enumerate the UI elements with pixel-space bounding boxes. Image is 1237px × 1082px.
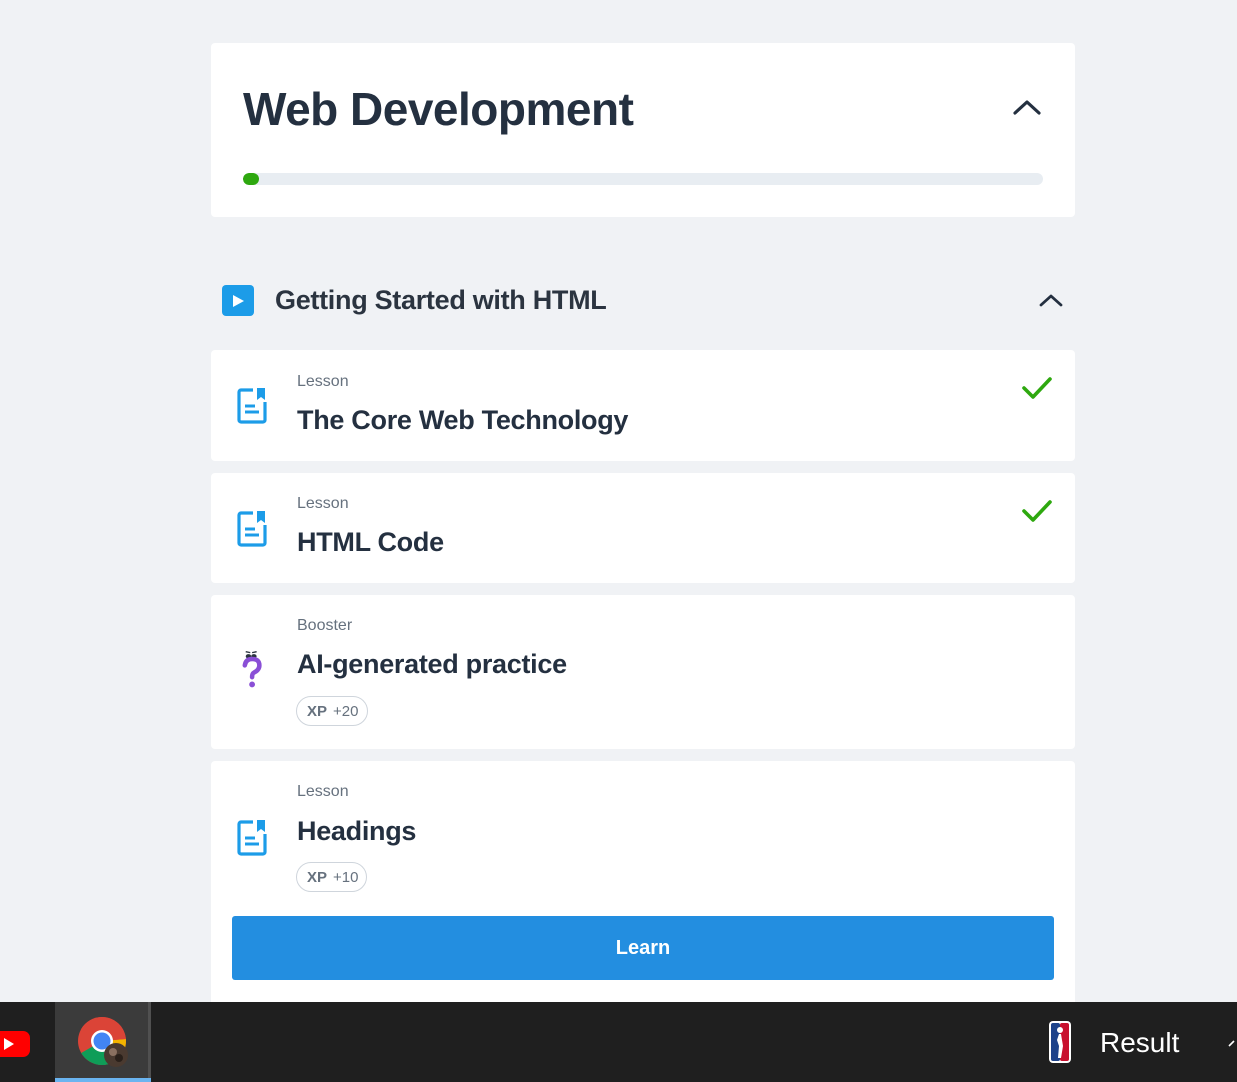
section-collapse-button[interactable] <box>1035 286 1067 314</box>
lesson-card-core-web-technology[interactable]: Lesson The Core Web Technology <box>211 350 1075 461</box>
course-title: Web Development <box>243 83 634 135</box>
taskbar-divider <box>148 1002 151 1078</box>
booster-card-ai-practice[interactable]: Booster AI-generated practice XP +20 <box>211 595 1075 749</box>
section-title: Getting Started with HTML <box>275 285 607 315</box>
lesson-type: Lesson <box>297 495 349 512</box>
xp-badge: XP +10 <box>296 862 367 892</box>
course-collapse-button[interactable] <box>1009 93 1045 121</box>
lesson-title: AI-generated practice <box>297 649 567 679</box>
nba-icon[interactable] <box>1048 1020 1072 1064</box>
xp-value: +20 <box>333 702 359 720</box>
xp-label: XP <box>307 868 328 886</box>
lesson-type: Booster <box>297 617 353 634</box>
lesson-title: The Core Web Technology <box>297 405 629 435</box>
lesson-type: Lesson <box>297 373 349 390</box>
chrome-taskbar-button[interactable] <box>55 1002 151 1082</box>
play-icon <box>222 285 254 316</box>
lesson-card-headings[interactable]: Lesson Headings XP +10 Learn <box>211 761 1075 1002</box>
learn-button[interactable]: Learn <box>232 916 1054 980</box>
question-mark-icon <box>242 651 262 688</box>
lesson-card-html-code[interactable]: Lesson HTML Code <box>211 473 1075 583</box>
chrome-icon <box>78 1017 128 1067</box>
xp-badge: XP +20 <box>296 696 368 726</box>
section-header[interactable]: Getting Started with HTML <box>211 272 1075 328</box>
check-icon <box>1022 500 1052 522</box>
lesson-title: HTML Code <box>297 527 444 557</box>
lesson-type: Lesson <box>297 783 349 800</box>
course-progress-fill <box>243 173 259 185</box>
lesson-doc-icon <box>237 820 267 856</box>
course-card: Web Development <box>211 43 1075 217</box>
xp-label: XP <box>307 702 328 720</box>
taskbar: Result <box>0 1002 1237 1082</box>
active-app-indicator <box>55 1078 151 1082</box>
lesson-doc-icon <box>237 511 267 547</box>
check-icon <box>1022 377 1052 399</box>
chevron-up-icon <box>1013 100 1041 115</box>
course-progress-bar <box>243 173 1043 185</box>
youtube-icon[interactable] <box>0 1025 30 1061</box>
xp-value: +10 <box>333 868 359 886</box>
lesson-doc-icon <box>237 388 267 424</box>
lesson-title: Headings <box>297 816 417 846</box>
taskbar-result-label[interactable]: Result <box>1100 1026 1179 1060</box>
chevron-up-icon <box>1039 294 1063 307</box>
chevron-up-icon[interactable] <box>1228 1032 1237 1052</box>
